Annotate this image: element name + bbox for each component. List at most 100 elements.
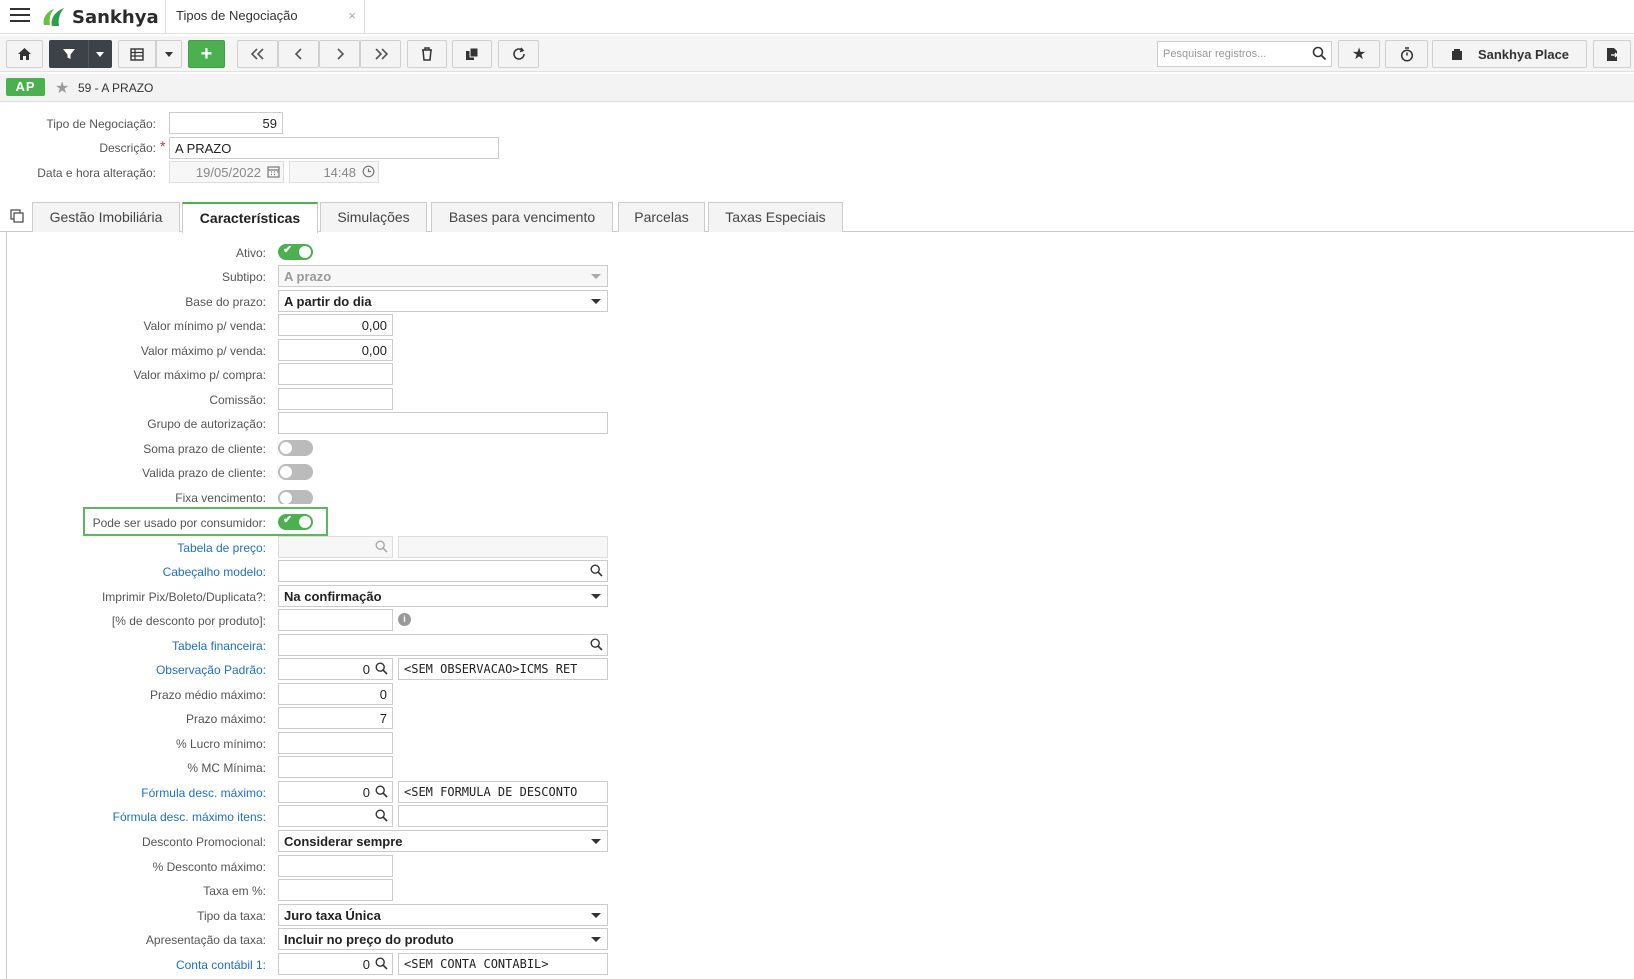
search-icon[interactable] bbox=[375, 662, 388, 675]
tab-simulacoes[interactable]: Simulações bbox=[320, 202, 427, 232]
last-record-button[interactable] bbox=[360, 40, 401, 68]
duplicate-button[interactable] bbox=[452, 40, 492, 68]
fixa-vencimento-toggle[interactable] bbox=[278, 490, 313, 504]
prazo-max-label: Prazo máximo: bbox=[185, 712, 266, 726]
home-button[interactable] bbox=[6, 40, 43, 68]
add-button[interactable]: + bbox=[188, 40, 225, 68]
valor-max-venda-label: Valor máximo p/ venda: bbox=[140, 344, 266, 358]
cabecalho-modelo-input[interactable] bbox=[278, 560, 608, 582]
imprimir-pix-select[interactable]: Na confirmação bbox=[278, 585, 608, 607]
tab-gestao-imobiliaria[interactable]: Gestão Imobiliária bbox=[32, 202, 180, 232]
tabela-preco-label[interactable]: Tabela de preço: bbox=[6, 541, 266, 555]
export-button[interactable] bbox=[1593, 40, 1631, 68]
screen-tab[interactable]: Tipos de Negociação × bbox=[165, 0, 365, 34]
desconto-promo-select[interactable]: Considerar sempre bbox=[278, 830, 608, 852]
chevron-down-icon bbox=[165, 51, 173, 57]
chevron-down-icon bbox=[591, 839, 601, 844]
tabela-financeira-label[interactable]: Tabela financeira: bbox=[6, 639, 266, 653]
obs-padrao-label[interactable]: Observação Padrão: bbox=[6, 663, 266, 677]
taxa-input[interactable] bbox=[278, 879, 393, 901]
tipo-taxa-select[interactable]: Juro taxa Única bbox=[278, 904, 608, 926]
tab-parcelas[interactable]: Parcelas bbox=[618, 202, 705, 232]
next-record-button[interactable] bbox=[319, 40, 360, 68]
calendar-icon[interactable] bbox=[267, 165, 280, 178]
formula-desc-itens-label[interactable]: Fórmula desc. máximo itens: bbox=[6, 810, 266, 824]
search-icon[interactable] bbox=[590, 564, 603, 577]
search-icon[interactable] bbox=[375, 809, 388, 822]
filter-button[interactable] bbox=[49, 40, 88, 68]
subtipo-select[interactable]: A prazo bbox=[278, 265, 608, 287]
lucro-min-input[interactable] bbox=[278, 732, 393, 754]
bag-icon bbox=[1451, 49, 1462, 60]
grid-view-button[interactable] bbox=[118, 40, 156, 68]
search-icon[interactable] bbox=[375, 540, 388, 553]
menu-icon[interactable] bbox=[10, 8, 30, 24]
desc-produto-input[interactable] bbox=[278, 609, 393, 631]
chevron-down-icon bbox=[591, 937, 601, 942]
prazo-medio-max-input[interactable]: 0 bbox=[278, 683, 393, 705]
home-icon bbox=[18, 48, 31, 60]
tab-caracteristicas[interactable]: Características bbox=[182, 202, 318, 233]
formula-desc-label[interactable]: Fórmula desc. máximo: bbox=[6, 786, 266, 800]
search-icon[interactable] bbox=[1312, 46, 1327, 61]
grid-dropdown-button[interactable] bbox=[156, 40, 182, 68]
consumidor-toggle[interactable]: ✔ bbox=[278, 514, 313, 530]
copy-icon bbox=[466, 47, 479, 60]
plus-icon: + bbox=[200, 42, 213, 65]
search-icon[interactable] bbox=[375, 957, 388, 970]
ativo-label: Ativo: bbox=[235, 246, 266, 260]
cabecalho-modelo-label[interactable]: Cabeçalho modelo: bbox=[6, 565, 266, 579]
valida-prazo-label: Valida prazo de cliente: bbox=[142, 466, 266, 480]
comissao-input[interactable] bbox=[278, 388, 393, 410]
tabela-preco-desc-input[interactable] bbox=[398, 536, 608, 558]
record-bar: AP ★ 59 - A PRAZO bbox=[0, 74, 1634, 102]
ativo-toggle[interactable]: ✔ bbox=[278, 244, 313, 260]
clock-icon[interactable] bbox=[362, 165, 375, 178]
desc-produto-label: [% de desconto por produto]: bbox=[111, 614, 266, 628]
tab-bases-vencimento[interactable]: Bases para vencimento bbox=[431, 202, 613, 232]
search-placeholder: Pesquisar registros... bbox=[1163, 48, 1267, 60]
base-prazo-select[interactable]: A partir do dia bbox=[278, 290, 608, 312]
valida-prazo-toggle[interactable] bbox=[278, 464, 313, 480]
mc-min-input[interactable] bbox=[278, 756, 393, 778]
apresentacao-taxa-select[interactable]: Incluir no preço do produto bbox=[278, 928, 608, 950]
refresh-icon bbox=[512, 47, 525, 60]
tipo-negociacao-label: Tipo de Negociação: bbox=[46, 117, 156, 131]
valor-max-compra-label: Valor máximo p/ compra: bbox=[133, 368, 267, 382]
timer-button[interactable] bbox=[1385, 40, 1428, 68]
soma-prazo-toggle[interactable] bbox=[278, 440, 313, 456]
double-chevron-right-icon bbox=[374, 48, 388, 60]
conta-contabil-desc-input[interactable]: <SEM CONTA CONTABIL> bbox=[398, 953, 608, 975]
search-icon[interactable] bbox=[375, 785, 388, 798]
tipo-negociacao-input[interactable]: 59 bbox=[169, 112, 283, 134]
chevron-down-icon bbox=[591, 594, 601, 599]
tab-taxas-especiais[interactable]: Taxas Especiais bbox=[708, 202, 843, 232]
info-icon[interactable]: i bbox=[398, 613, 411, 626]
favorite-star-icon[interactable]: ★ bbox=[55, 78, 69, 98]
descricao-input[interactable]: A PRAZO bbox=[169, 137, 499, 159]
valor-max-compra-input[interactable] bbox=[278, 363, 393, 385]
formula-desc-desc-input[interactable]: <SEM FORMULA DE DESCONTO bbox=[398, 781, 608, 803]
prazo-max-input[interactable]: 7 bbox=[278, 707, 393, 729]
apresentacao-taxa-label: Apresentação da taxa: bbox=[145, 933, 266, 947]
grupo-autorizacao-label: Grupo de autorização: bbox=[147, 417, 266, 431]
conta-contabil-label[interactable]: Conta contábil 1: bbox=[6, 958, 266, 972]
chevron-down-icon bbox=[591, 274, 601, 279]
previous-record-button[interactable] bbox=[278, 40, 319, 68]
desconto-max-input[interactable] bbox=[278, 855, 393, 877]
search-icon[interactable] bbox=[590, 638, 603, 651]
first-record-button[interactable] bbox=[237, 40, 278, 68]
sankhya-place-button[interactable]: Sankhya Place bbox=[1432, 40, 1587, 68]
valor-min-venda-input[interactable]: 0,00 bbox=[278, 314, 393, 336]
refresh-button[interactable] bbox=[498, 40, 539, 68]
delete-button[interactable] bbox=[407, 40, 447, 68]
formula-desc-itens-desc-input[interactable] bbox=[398, 805, 608, 827]
filter-dropdown-button[interactable] bbox=[88, 40, 112, 68]
favorites-button[interactable]: ★ bbox=[1338, 40, 1380, 68]
tabela-financeira-input[interactable] bbox=[278, 634, 608, 656]
search-input[interactable]: Pesquisar registros... bbox=[1157, 41, 1332, 67]
close-icon[interactable]: × bbox=[348, 8, 356, 23]
grupo-autorizacao-input[interactable] bbox=[278, 412, 608, 434]
valor-max-venda-input[interactable]: 0,00 bbox=[278, 339, 393, 361]
obs-padrao-desc-input[interactable]: <SEM OBSERVACAO>ICMS RET bbox=[398, 658, 608, 680]
